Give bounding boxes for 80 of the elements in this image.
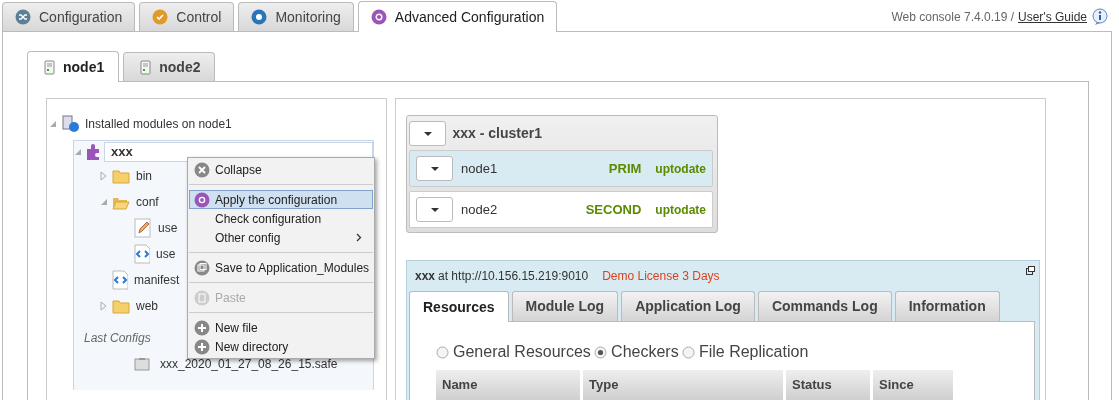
dropdown-button[interactable]	[409, 121, 446, 146]
tab[interactable]: Information	[894, 291, 1000, 321]
caret-icon	[429, 165, 440, 172]
node-state: uptodate	[655, 160, 706, 178]
puzzle-icon	[84, 143, 102, 161]
node-row[interactable]: node2 SECOND uptodate	[409, 191, 713, 228]
tab[interactable]: Application Log	[621, 291, 755, 321]
tree-item[interactable]: conf	[136, 193, 159, 211]
config-file[interactable]: xxx_2020_01_27_08_26_15.safe	[160, 355, 338, 373]
dropdown-button[interactable]	[416, 197, 453, 222]
gear-icon	[370, 9, 387, 25]
tab[interactable]: Configuration	[2, 2, 136, 31]
module-name: xxx	[415, 268, 436, 285]
tab[interactable]: node1	[27, 51, 120, 82]
server-icon	[138, 59, 154, 75]
gear-icon	[194, 191, 210, 208]
radio-button[interactable]	[681, 345, 695, 359]
menu-item[interactable]: Save to Application_Modules	[189, 258, 373, 277]
section-title: Last Configs	[84, 330, 151, 347]
caret-icon	[422, 130, 433, 137]
users-guide-link[interactable]: User's Guide	[1018, 7, 1087, 26]
check-icon	[152, 9, 169, 25]
tab[interactable]: Commands Log	[757, 291, 892, 321]
folder-icon	[112, 298, 130, 314]
caret-icon	[429, 206, 440, 213]
license-text: Demo License 3 Days	[602, 268, 720, 285]
dropdown-button[interactable]	[416, 156, 453, 181]
tree-item[interactable]: use	[156, 245, 176, 263]
node-name: node1	[461, 159, 499, 178]
archive-icon	[134, 357, 150, 371]
tab[interactable]: Resources	[409, 291, 509, 322]
menu-item[interactable]: New file	[189, 318, 373, 337]
tree-item[interactable]: web	[136, 297, 158, 315]
node-state: uptodate	[655, 201, 706, 219]
tab[interactable]: Control	[139, 2, 235, 31]
close-icon	[194, 161, 210, 178]
save-icon	[194, 259, 210, 276]
menu-item[interactable]: New directory	[189, 337, 373, 356]
shuffle-icon	[15, 9, 31, 25]
radio-button[interactable]	[436, 345, 449, 359]
radio-label[interactable]: File Replication	[698, 340, 809, 364]
radio-label[interactable]: Checkers	[611, 340, 679, 364]
node-role: SECOND	[585, 200, 642, 219]
node-row[interactable]: node1 PRIM uptodate	[409, 150, 713, 187]
tree-item[interactable]: bin	[136, 167, 152, 185]
menu-item[interactable]: Check configuration	[189, 209, 373, 228]
modules-icon	[61, 115, 81, 133]
record-icon	[251, 9, 268, 25]
column-header[interactable]: Since	[873, 370, 953, 400]
node-name: node2	[461, 200, 499, 219]
menu-item[interactable]: Collapse	[189, 160, 373, 179]
tab[interactable]: Module Log	[511, 291, 619, 321]
pencil-icon	[134, 218, 152, 238]
code-file-icon	[112, 270, 128, 290]
module-url: at http://10.156.15.219:9010	[438, 268, 589, 285]
info-icon	[1091, 7, 1109, 26]
version-text: Web console 7.4.0.19 /	[891, 8, 1014, 26]
tree-item[interactable]: manifest	[134, 271, 180, 289]
plus-icon	[194, 338, 210, 355]
server-icon	[42, 59, 57, 75]
plus-icon	[194, 319, 210, 336]
tree-item[interactable]: use	[158, 219, 178, 237]
column-header[interactable]: Type	[583, 370, 783, 400]
menu-item[interactable]: Other config	[189, 228, 373, 247]
folder-icon	[112, 168, 130, 184]
menu-item: Paste	[189, 288, 373, 307]
tree-label: Installed modules on node1	[85, 116, 232, 133]
column-header[interactable]: Name	[436, 370, 580, 400]
paste-icon	[194, 289, 210, 306]
radio-button[interactable]	[594, 345, 608, 359]
radio-label[interactable]: General Resources	[453, 340, 591, 364]
cluster-title: xxx - cluster1	[452, 124, 542, 143]
tab[interactable]: Advanced Configuration	[357, 1, 558, 32]
tab[interactable]: Monitoring	[238, 2, 354, 31]
maximize-icon	[1026, 266, 1035, 275]
node-role: PRIM	[608, 159, 642, 178]
column-header[interactable]: Status	[786, 370, 870, 400]
code-file-icon	[134, 244, 150, 264]
menu-item[interactable]: Apply the configuration	[189, 190, 373, 209]
tab[interactable]: node2	[123, 52, 216, 81]
